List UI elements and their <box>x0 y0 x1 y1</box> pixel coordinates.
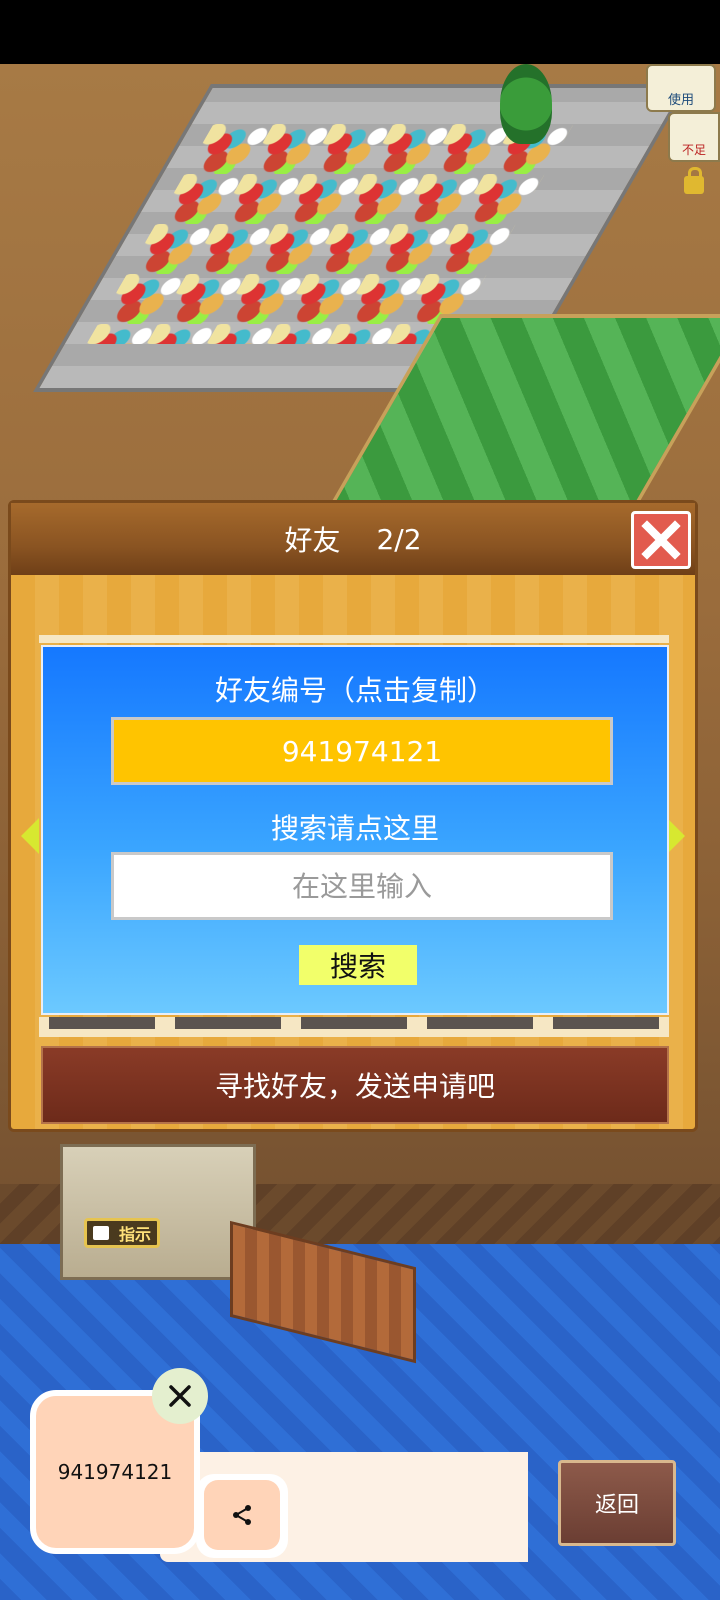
next-page-arrow-icon[interactable] <box>667 818 685 854</box>
share-icon <box>233 1505 251 1525</box>
close-icon <box>169 1385 191 1407</box>
friend-id-title: 好友编号（点击复制） <box>214 674 495 707</box>
tab-strip-bottom <box>39 1017 669 1037</box>
close-icon <box>641 520 681 560</box>
tab-strip-top <box>39 635 669 643</box>
dismiss-button[interactable] <box>152 1368 208 1424</box>
tab-slot[interactable] <box>49 1017 155 1029</box>
dialog-title: 好友 <box>284 524 341 557</box>
use-item-label: 使用 <box>667 93 694 108</box>
copied-text: 941974121 <box>57 1460 173 1484</box>
find-friends-button[interactable]: 寻找好友，发送申请吧 <box>41 1046 669 1124</box>
shortage-item-button[interactable]: 不足 <box>668 112 720 162</box>
tab-slot[interactable] <box>175 1017 281 1029</box>
share-button[interactable] <box>196 1474 288 1558</box>
prev-page-arrow-icon[interactable] <box>21 818 39 854</box>
use-item-button[interactable]: 使用 <box>646 64 716 112</box>
tree <box>500 64 552 144</box>
search-label: 搜索请点这里 <box>270 812 439 845</box>
friend-count: 2/2 <box>376 522 422 556</box>
share-button-face <box>204 1480 280 1550</box>
find-friends-label: 寻找好友，发送申请吧 <box>214 1070 495 1103</box>
harbor-building[interactable] <box>60 1144 256 1280</box>
friends-dialog: 好友 2/2 好友编号（点击复制） 941974121 搜索请点这里 搜索 寻找… <box>8 500 698 1132</box>
tab-slot[interactable] <box>427 1017 533 1029</box>
search-button-label: 搜索 <box>329 950 386 983</box>
shortage-label: 不足 <box>681 143 706 157</box>
tab-slot[interactable] <box>553 1017 659 1029</box>
back-button[interactable]: 返回 <box>558 1460 676 1546</box>
friend-id-copy-button[interactable]: 941974121 <box>111 717 613 785</box>
status-bar <box>0 0 720 64</box>
lock-icon <box>684 167 704 194</box>
friend-id-panel: 好友编号（点击复制） 941974121 搜索请点这里 搜索 <box>41 645 669 1015</box>
friend-search-input[interactable] <box>111 852 613 920</box>
book-icon <box>93 1226 109 1240</box>
close-button[interactable] <box>631 511 691 569</box>
friend-id-value: 941974121 <box>281 734 443 768</box>
dialog-header: 好友 2/2 <box>11 503 695 575</box>
tab-slot[interactable] <box>301 1017 407 1029</box>
guide-badge[interactable]: 指示 <box>84 1218 160 1248</box>
back-button-label: 返回 <box>594 1493 639 1518</box>
search-button[interactable]: 搜索 <box>299 945 417 985</box>
guide-label: 指示 <box>118 1225 151 1244</box>
